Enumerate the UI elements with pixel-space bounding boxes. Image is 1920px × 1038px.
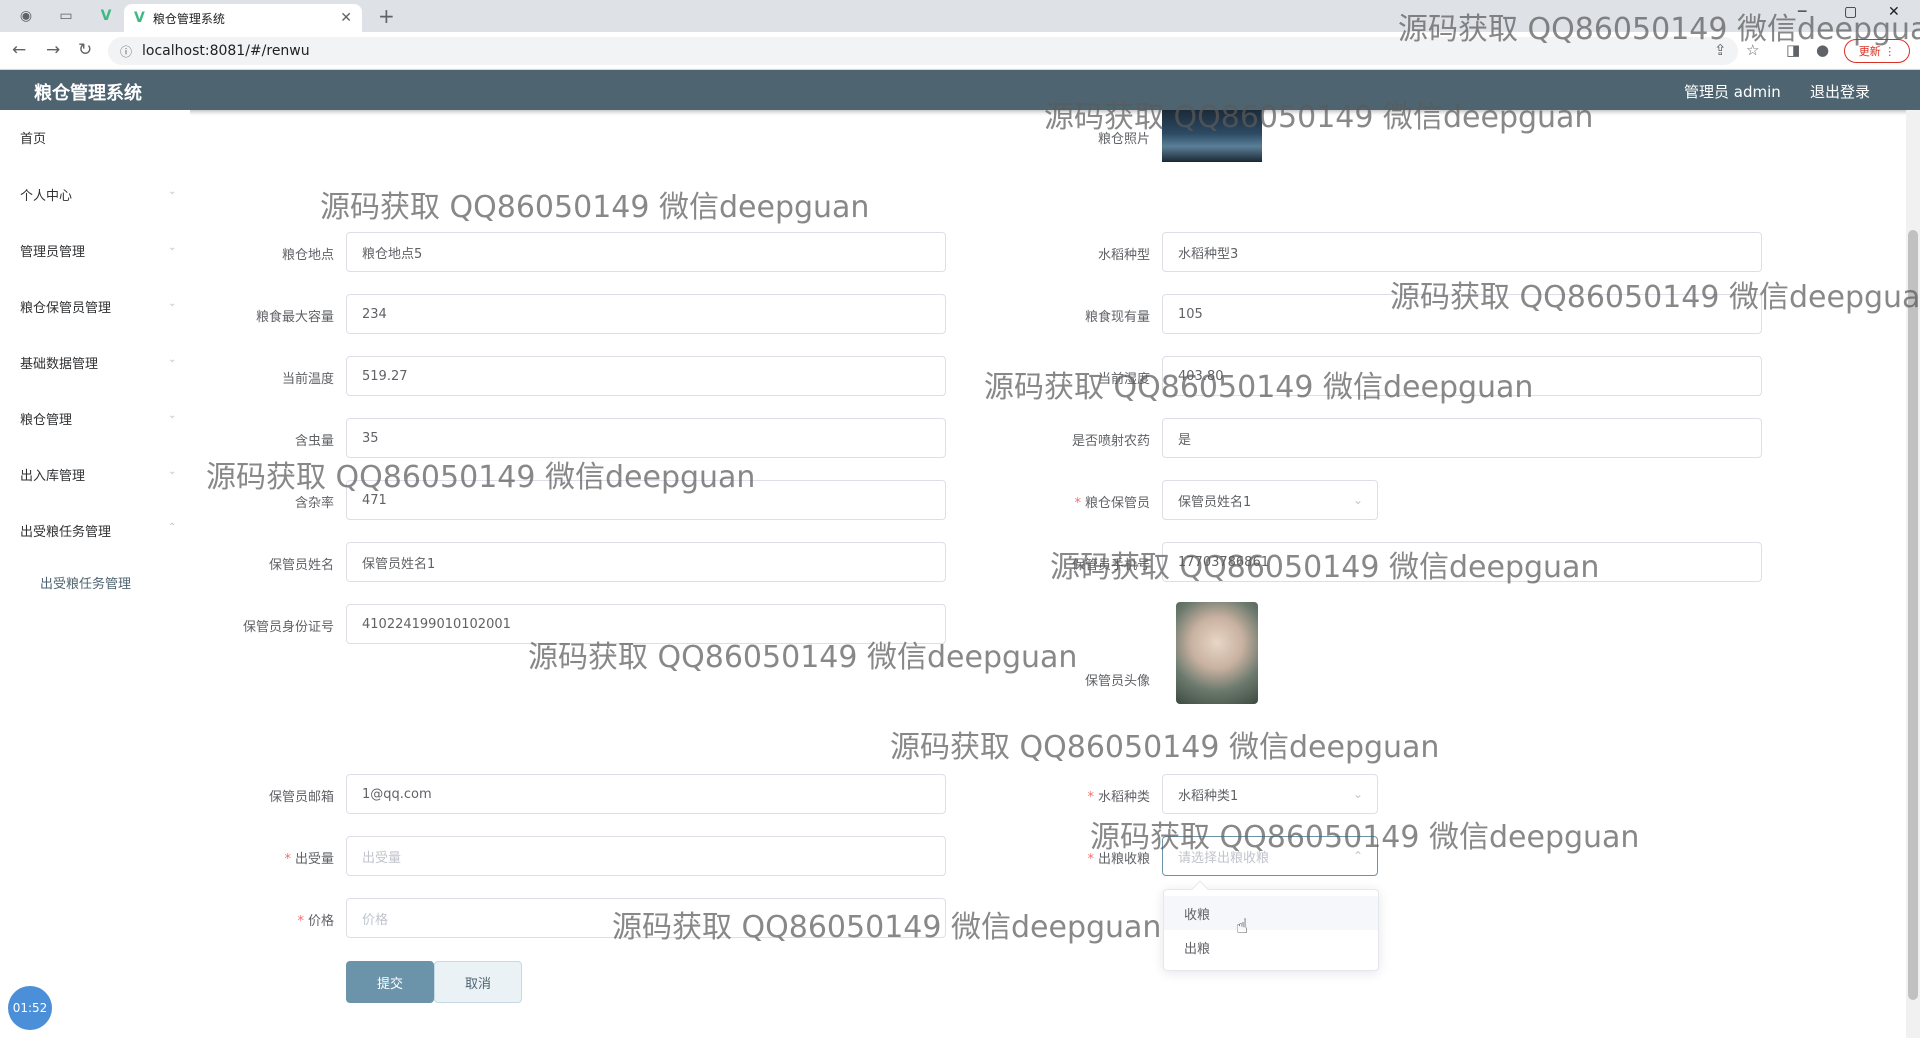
- watermark: 源码获取 QQ86050149 微信deepguan: [1050, 550, 1600, 585]
- cancel-button[interactable]: 取消: [434, 961, 522, 1003]
- back-icon[interactable]: ←: [12, 40, 26, 60]
- vue-tab-icon[interactable]: V: [96, 6, 116, 26]
- dropdown-pointer: [1191, 880, 1209, 898]
- tab-title: 粮仓管理系统: [152, 11, 225, 26]
- in-out-dropdown: 收粮 出粮: [1163, 880, 1379, 971]
- watermark: 源码获取 QQ86050149 微信deepguan: [206, 460, 756, 495]
- watermark: 源码获取 QQ86050149 微信deepguan: [320, 190, 870, 225]
- new-tab-icon[interactable]: +: [378, 4, 395, 28]
- watermark: 源码获取 QQ86050149 微信deepguan: [1398, 12, 1920, 47]
- keeper-select-label: * 粮仓保管员: [1074, 496, 1150, 511]
- rice-kind-select[interactable]: 水稻种类1 ⌄: [1162, 774, 1378, 814]
- vue-logo-icon: V: [134, 10, 145, 26]
- price-label: * 价格: [297, 914, 334, 929]
- sidebar-item-personal[interactable]: 个人中心: [20, 185, 72, 204]
- keeper-email-label: 保管员邮箱: [268, 790, 334, 805]
- max-capacity-label: 粮食最大容量: [255, 310, 334, 325]
- temperature-field[interactable]: 519.27: [346, 356, 946, 396]
- current-amount-label: 粮食现有量: [1084, 310, 1150, 325]
- forward-icon[interactable]: →: [46, 40, 60, 60]
- sidebar-item-basic-data[interactable]: 基础数据管理: [20, 353, 98, 372]
- location-field[interactable]: 粮仓地点5: [346, 232, 946, 272]
- hand-cursor-icon: ☝: [1236, 914, 1249, 938]
- clock-badge: 01:52: [8, 986, 52, 1030]
- pesticide-field[interactable]: 是: [1162, 418, 1762, 458]
- watermark: 源码获取 QQ86050149 微信deepguan: [984, 370, 1534, 405]
- rice-type-label: 水稻种型: [1097, 248, 1150, 263]
- keeper-select-label-text: 粮仓保管员: [1084, 496, 1150, 511]
- temperature-label: 当前温度: [281, 372, 334, 387]
- keeper-email-field[interactable]: 1@qq.com: [346, 774, 946, 814]
- rice-kind-label: * 水稻种类: [1087, 790, 1150, 805]
- active-tab[interactable]: V 粮仓管理系统 ✕: [124, 4, 362, 32]
- rice-kind-value: 水稻种类1: [1178, 788, 1239, 804]
- sidebar-subitem-tasks[interactable]: 出受粮任务管理: [40, 573, 131, 592]
- sidebar: 首页 个人中心 ⌄ 管理员管理 ⌄ 粮仓保管员管理 ⌄ 基础数据管理 ⌄ 粮仓管…: [0, 110, 190, 1038]
- watermark: 源码获取 QQ86050149 微信deepguan: [1044, 100, 1594, 135]
- max-capacity-field[interactable]: 234: [346, 294, 946, 334]
- out-amount-field[interactable]: 出受量: [346, 836, 946, 876]
- chevron-down-icon: ⌄: [168, 186, 177, 197]
- chevron-down-icon: ⌄: [168, 242, 177, 253]
- location-label: 粮仓地点: [281, 248, 334, 263]
- app-title: 粮仓管理系统: [34, 83, 142, 104]
- sidebar-item-home[interactable]: 首页: [20, 128, 46, 147]
- sidebar-item-keepers[interactable]: 粮仓保管员管理: [20, 297, 111, 316]
- out-amount-label: * 出受量: [284, 852, 334, 867]
- chevron-down-icon: ⌄: [168, 354, 177, 365]
- chevron-down-icon: ⌄: [1352, 787, 1363, 801]
- keeper-avatar: [1176, 602, 1258, 704]
- sidebar-item-admins[interactable]: 管理员管理: [20, 241, 85, 260]
- reload-icon[interactable]: ↻: [78, 40, 92, 60]
- price-label-text: 价格: [307, 914, 334, 929]
- keeper-select-value: 保管员姓名1: [1178, 494, 1252, 510]
- out-amount-label-text: 出受量: [294, 852, 334, 867]
- watermark: 源码获取 QQ86050149 微信deepguan: [612, 910, 1162, 945]
- url-text: localhost:8081/#/renwu: [142, 43, 310, 59]
- info-icon[interactable]: ⓘ: [120, 43, 132, 60]
- chevron-down-icon: ⌄: [168, 466, 177, 477]
- watermark: 源码获取 QQ86050149 微信deepguan: [528, 640, 1078, 675]
- watermark: 源码获取 QQ86050149 微信deepguan: [890, 730, 1440, 765]
- rice-type-field[interactable]: 水稻种型3: [1162, 232, 1762, 272]
- keeper-name-label: 保管员姓名: [268, 558, 334, 573]
- chevron-down-icon: ⌄: [1352, 493, 1363, 507]
- sidebar-item-granary[interactable]: 粮仓管理: [20, 409, 72, 428]
- watermark: 源码获取 QQ86050149 微信deepguan: [1390, 280, 1920, 315]
- pesticide-label: 是否喷射农药: [1071, 434, 1150, 449]
- insect-label: 含虫量: [294, 434, 334, 449]
- close-icon[interactable]: ✕: [340, 10, 352, 26]
- scrollbar-thumb[interactable]: [1908, 230, 1918, 1000]
- chevron-up-icon: ⌃: [168, 522, 177, 533]
- keeper-name-field[interactable]: 保管员姓名1: [346, 542, 946, 582]
- chevron-down-icon: ⌄: [168, 410, 177, 421]
- chevron-down-icon: ⌄: [168, 298, 177, 309]
- app-header: 粮仓管理系统 管理员 admin 退出登录: [0, 70, 1920, 110]
- sidebar-item-tasks[interactable]: 出受粮任务管理: [20, 521, 111, 540]
- dropdown-option-receive[interactable]: 收粮: [1164, 896, 1378, 930]
- keeper-select[interactable]: 保管员姓名1 ⌄: [1162, 480, 1378, 520]
- sidebar-item-inout[interactable]: 出入库管理: [20, 465, 85, 484]
- keeper-id-label: 保管员身份证号: [242, 620, 334, 635]
- watermark: 源码获取 QQ86050149 微信deepguan: [1090, 820, 1640, 855]
- submit-button[interactable]: 提交: [346, 961, 434, 1003]
- rice-kind-label-text: 水稻种类: [1097, 790, 1150, 805]
- logout-link[interactable]: 退出登录: [1810, 81, 1870, 102]
- browser-icon[interactable]: ◉: [16, 6, 36, 26]
- dropdown-option-ship[interactable]: 出粮: [1164, 930, 1378, 964]
- user-label: 管理员 admin: [1684, 83, 1781, 101]
- tab-pin-icon[interactable]: ▭: [56, 6, 76, 26]
